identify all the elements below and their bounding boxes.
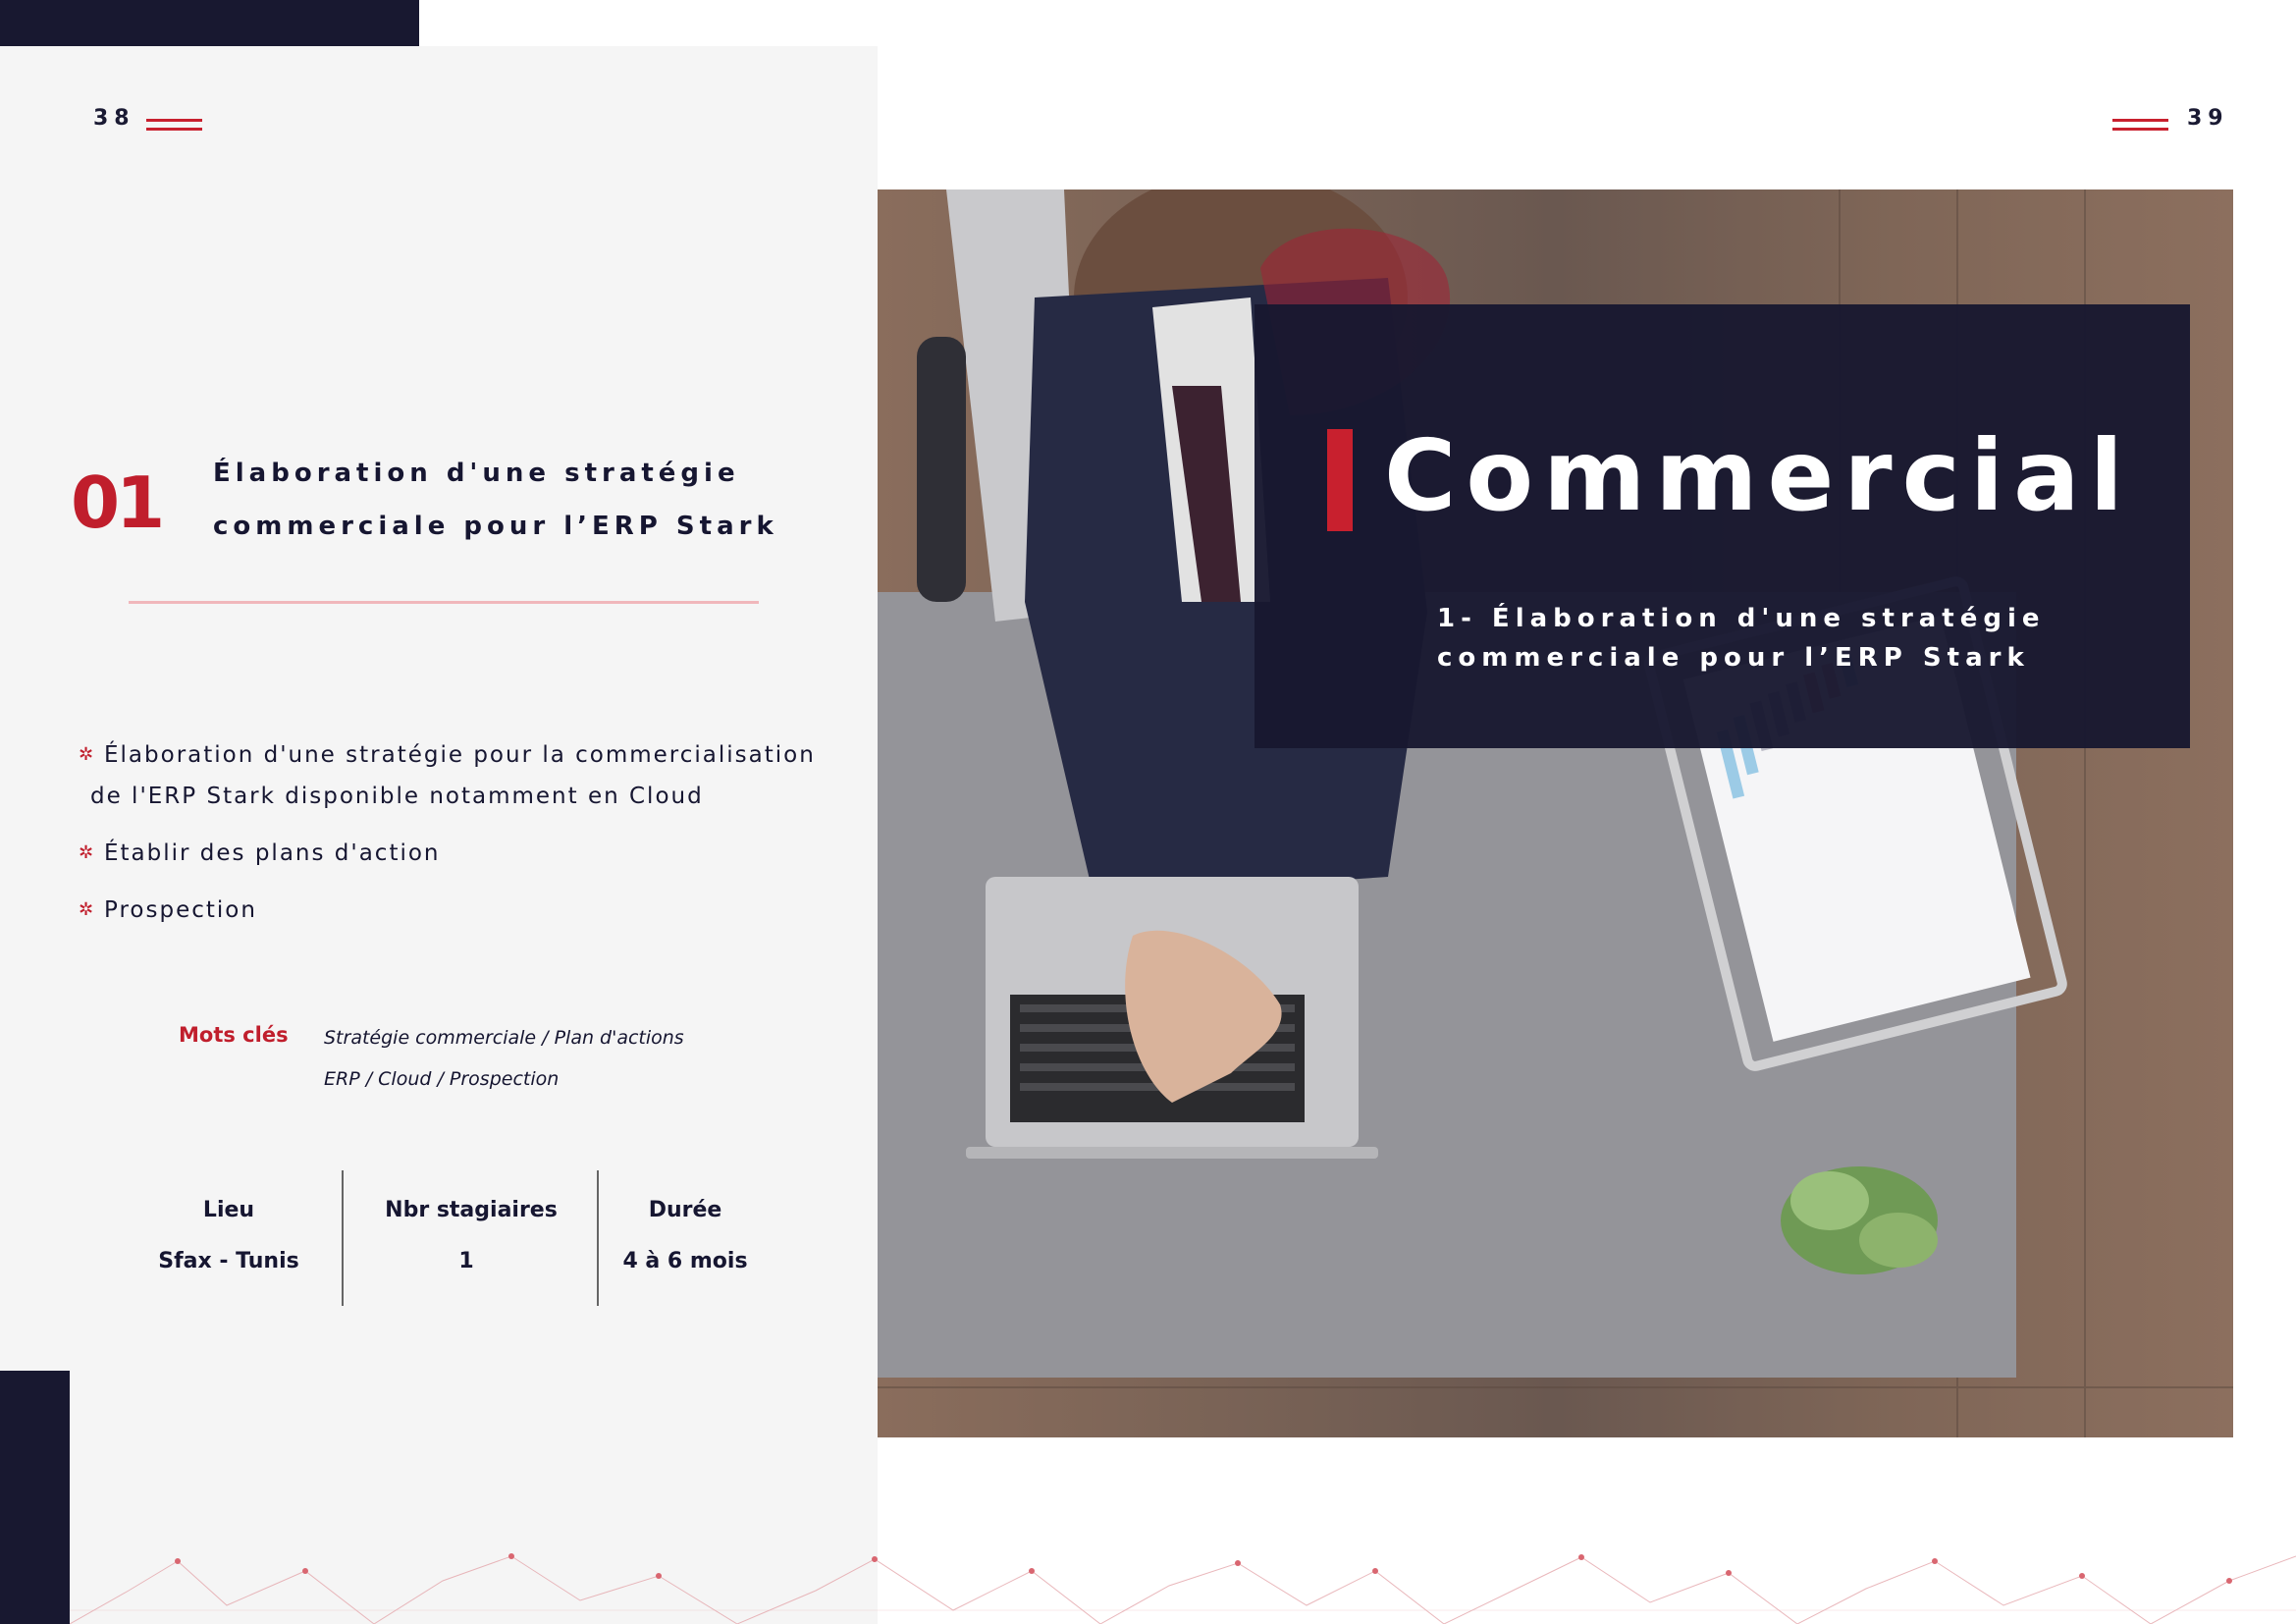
info-lieu-label: Lieu [202,1198,255,1222]
bullet-star-icon: ✲ [79,744,96,765]
keywords-line-1: Stratégie commerciale / Plan d'actions [324,1027,684,1049]
page-dash-right-2 [2112,128,2168,131]
section-title-line2: commerciale pour l’ERP Stark [213,512,778,541]
section-divider [129,601,759,604]
bottom-navy-block [0,1371,70,1624]
keywords-line-2: ERP / Cloud / Prospection [324,1068,560,1090]
list-item: ✲ Établir des plans d'action [79,833,825,874]
info-stagiaires-value: 1 [458,1249,474,1273]
bullet-text: Établir des plans d'action [104,840,441,866]
info-duree-label: Durée [648,1198,722,1222]
bullet-text: Prospection [104,897,257,923]
bullet-text: Élaboration d'une stratégie pour la comm… [104,742,816,768]
keywords-label: Mots clés [179,1023,289,1047]
banner-subtitle: 1- Élaboration d'une stratégie commercia… [1437,599,2046,677]
list-item: ✲ Prospection [79,890,825,931]
task-list: ✲ Élaboration d'une stratégie pour la co… [79,734,825,947]
banner-accent-bar [1327,429,1353,531]
page-dash-left [146,119,202,122]
section-title-line1: Élaboration d'une stratégie [213,459,740,488]
bullet-star-icon: ✲ [79,842,96,863]
info-separator [597,1170,599,1306]
list-item: ✲ Élaboration d'une stratégie pour la co… [79,734,825,817]
network-pattern-decoration [70,1553,2296,1624]
info-stagiaires-label: Nbr stagiaires [385,1198,558,1222]
bullet-text: de l'ERP Stark disponible notamment en C… [90,784,704,809]
page-number-left: 38 [93,106,135,131]
section-title: Élaboration d'une stratégie commerciale … [213,447,778,553]
info-duree-value: 4 à 6 mois [622,1249,748,1273]
banner-title: Commercial [1384,418,2133,533]
section-number: 01 [71,461,165,544]
top-navy-block [0,0,419,46]
bullet-star-icon: ✲ [79,899,96,920]
page-dash-left-2 [146,128,202,131]
banner-subtitle-line2: commerciale pour l’ERP Stark [1437,643,2030,673]
page-number-right: 39 [2187,106,2229,131]
info-lieu-value: Sfax - Tunis [158,1249,299,1273]
page-dash-right [2112,119,2168,122]
banner-subtitle-line1: 1- Élaboration d'une stratégie [1437,604,2046,633]
info-separator [342,1170,344,1306]
